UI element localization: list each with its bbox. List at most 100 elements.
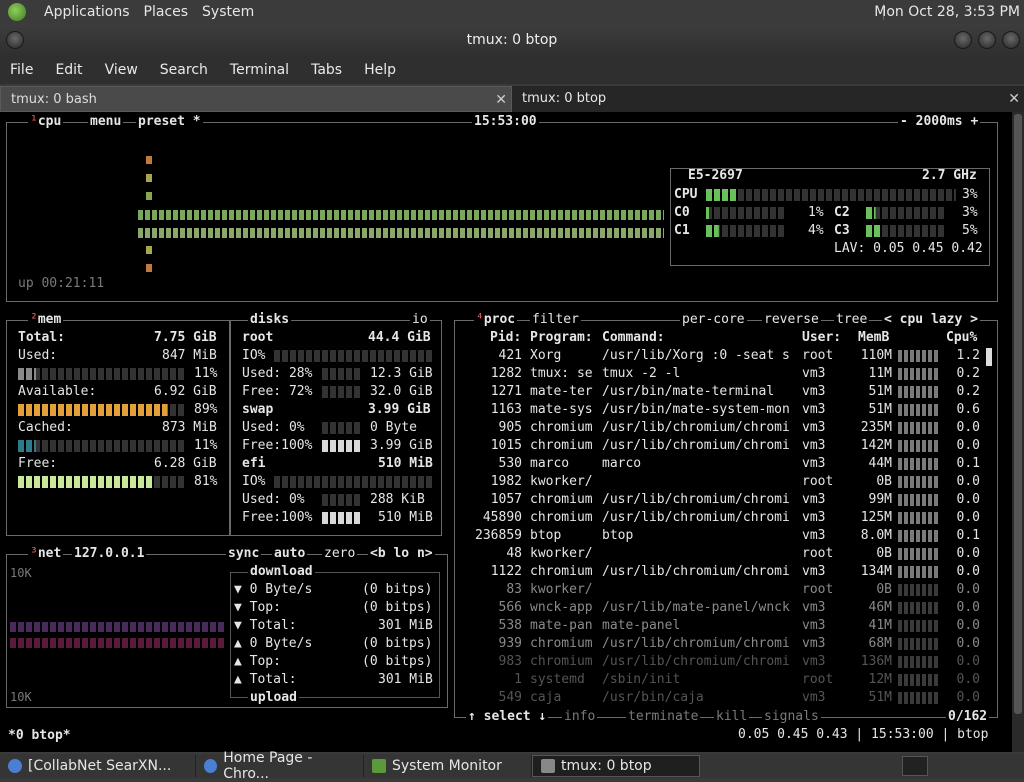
- menu-tabs[interactable]: Tabs: [311, 62, 342, 78]
- uptime: up 00:21:11: [18, 276, 105, 291]
- proc-box-title[interactable]: ⁴proc: [474, 313, 518, 327]
- proc-signals-button[interactable]: signals: [762, 710, 821, 724]
- taskbar-item-btop[interactable]: tmux: 0 btop: [532, 755, 700, 777]
- cell-pid: 1163: [490, 402, 522, 417]
- proc-filter[interactable]: filter: [530, 313, 581, 327]
- taskbar-item-system-monitor[interactable]: System Monitor: [364, 755, 532, 777]
- disk-root-used-meter: [322, 368, 362, 380]
- proc-count: 0/162: [946, 709, 990, 724]
- proc-tree-toggle[interactable]: tree: [834, 313, 870, 327]
- cpu-menu-toggle[interactable]: menu: [88, 115, 124, 129]
- tmux-window-list[interactable]: *0 btop*: [8, 728, 71, 743]
- tmux-status-right: 0.05 0.45 0.43 | 15:53:00 | btop: [738, 727, 989, 742]
- taskbar-item-searxng[interactable]: [CollabNet SearXN...: [0, 755, 196, 777]
- cell-mem: 136M: [860, 654, 892, 669]
- scrollbar-thumb[interactable]: [1014, 114, 1022, 714]
- net-auto-toggle[interactable]: auto: [272, 547, 308, 561]
- col-mem[interactable]: MemB: [858, 329, 889, 347]
- terminal-scrollbar[interactable]: [1012, 112, 1024, 752]
- proc-kill-button[interactable]: kill: [714, 710, 750, 724]
- core-c0-pct: 1%: [808, 205, 824, 220]
- cell-mem: 142M: [860, 438, 892, 453]
- terminal-view[interactable]: ¹cpu menu preset * 15:53:00 - 2000ms + u…: [0, 112, 1012, 752]
- cell-pid: 549: [498, 690, 522, 705]
- net-zero-toggle[interactable]: zero: [322, 547, 358, 561]
- applications-menu[interactable]: Applications: [44, 4, 130, 20]
- cell-cpu: 0.0: [956, 636, 980, 651]
- window-menu-icon[interactable]: [6, 31, 24, 49]
- net-sync-toggle[interactable]: sync: [226, 547, 262, 561]
- top-panel: Applications Places System Mon Oct 28, 3…: [0, 0, 1024, 24]
- col-cpu[interactable]: Cpu%: [946, 329, 977, 347]
- cell-cpu: 0.0: [956, 492, 980, 507]
- cell-pid: 83: [506, 582, 522, 597]
- terminal-tabs: tmux: 0 bash ✕ tmux: 0 btop ✕: [0, 86, 1024, 112]
- net-box-title[interactable]: ³net: [28, 547, 64, 561]
- cell-mem: 8.0M: [860, 528, 892, 543]
- net-download-bits: (0 bitps): [362, 582, 433, 597]
- cell-user: root: [802, 672, 834, 687]
- cell-cpu: 0.0: [956, 654, 980, 669]
- terminal-icon: [541, 759, 555, 773]
- cell-program: kworker/: [530, 474, 593, 489]
- taskbar-item-homepage[interactable]: Home Page - Chro...: [196, 750, 364, 782]
- cell-mem: 125M: [860, 510, 892, 525]
- workspace-switcher[interactable]: [902, 756, 928, 776]
- disks-io-toggle[interactable]: io: [410, 313, 430, 327]
- cell-cpu: 0.0: [956, 546, 980, 561]
- cell-user: vm3: [802, 690, 826, 705]
- panel-menus: Applications Places System: [0, 3, 254, 21]
- menu-search[interactable]: Search: [160, 62, 208, 78]
- menu-help[interactable]: Help: [364, 62, 396, 78]
- close-icon[interactable]: [1002, 31, 1020, 49]
- proc-info-button[interactable]: info: [562, 710, 598, 724]
- menu-edit[interactable]: Edit: [55, 62, 82, 78]
- mem-box-title[interactable]: ²mem: [28, 313, 64, 327]
- close-tab-icon[interactable]: ✕: [1008, 86, 1020, 112]
- cell-program: caja: [530, 690, 562, 705]
- mem-used-meter: [18, 368, 186, 380]
- cell-cpu: 0.0: [956, 510, 980, 525]
- col-program[interactable]: Program:: [530, 329, 593, 347]
- places-menu[interactable]: Places: [144, 4, 189, 20]
- col-command[interactable]: Command:: [602, 329, 665, 347]
- tab-bash[interactable]: tmux: 0 bash ✕: [0, 86, 512, 112]
- close-tab-icon[interactable]: ✕: [495, 87, 507, 113]
- proc-scroll-thumb[interactable]: [986, 348, 992, 366]
- cell-mem: 12M: [868, 672, 892, 687]
- proc-terminate-button[interactable]: terminate: [626, 710, 701, 724]
- tab-btop[interactable]: tmux: 0 btop ✕: [512, 86, 1024, 112]
- mem-available-pct: 89%: [194, 402, 218, 417]
- net-interface-nav[interactable]: <b lo n>: [368, 547, 435, 561]
- disks-title[interactable]: disks: [248, 313, 292, 327]
- cell-command: tmux -2 -l: [602, 366, 681, 381]
- proc-sort-selector[interactable]: < cpu lazy >: [882, 313, 980, 327]
- cpu-box-title[interactable]: ¹cpu: [28, 115, 64, 129]
- cell-user: vm3: [802, 600, 826, 615]
- cell-command: marco: [602, 456, 642, 471]
- col-user[interactable]: User:: [802, 329, 841, 347]
- cpu-preset-toggle[interactable]: preset *: [136, 115, 203, 129]
- proc-select-nav[interactable]: ↑ select ↓: [466, 710, 549, 724]
- cpu-frequency: 2.7 GHz: [920, 168, 979, 183]
- cpu-graph-spike: [146, 156, 152, 164]
- proc-reverse-toggle[interactable]: reverse: [762, 313, 821, 327]
- mem-available-value: 6.92 GiB: [154, 384, 217, 399]
- col-pid[interactable]: Pid:: [490, 329, 521, 347]
- panel-clock[interactable]: Mon Oct 28, 3:53 PM: [874, 4, 1020, 20]
- disk-root-free: Free: 72%: [242, 384, 313, 399]
- system-menu[interactable]: System: [202, 4, 254, 20]
- window-titlebar[interactable]: tmux: 0 btop: [0, 24, 1024, 56]
- mem-usage-meter: [898, 674, 938, 686]
- maximize-icon[interactable]: [978, 31, 996, 49]
- cpu-update-interval[interactable]: - 2000ms +: [898, 115, 981, 129]
- cell-program: chromium: [530, 420, 593, 435]
- mate-logo-icon[interactable]: [8, 3, 26, 21]
- cell-command: /usr/lib/chromium/chromi: [602, 636, 790, 651]
- minimize-icon[interactable]: [954, 31, 972, 49]
- menu-view[interactable]: View: [105, 62, 138, 78]
- proc-percore-toggle[interactable]: per-core: [680, 313, 747, 327]
- cell-mem: 44M: [868, 456, 892, 471]
- menu-terminal[interactable]: Terminal: [230, 62, 289, 78]
- menu-file[interactable]: File: [10, 62, 33, 78]
